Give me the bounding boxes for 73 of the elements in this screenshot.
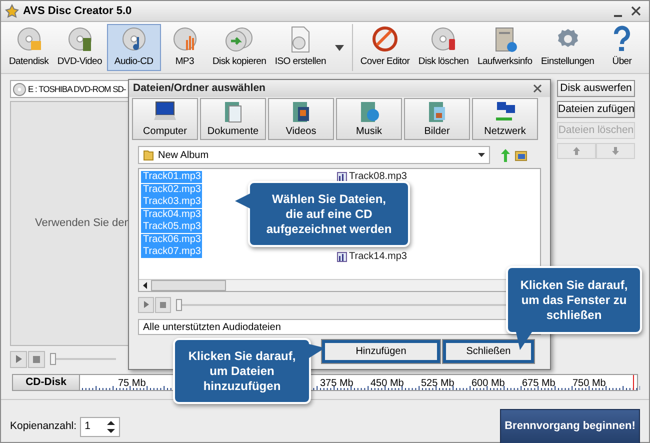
disc-icon [13,82,26,96]
play-icon [16,355,22,363]
disc-folder-icon [14,25,43,54]
dialog-button[interactable]: Hinzufügen [322,340,440,363]
disc-bars-icon [170,25,199,54]
stop-button[interactable] [28,350,45,368]
scale-label: 675 Mb [522,377,556,391]
copies-label: Kopienanzahl: [10,418,77,434]
play-icon [144,301,148,308]
toolbar-button[interactable]: Disk löschen [414,24,473,71]
left-arrow-icon [143,282,147,289]
scale-label: 75 Mb [118,377,146,391]
side-button[interactable]: Dateien zufügen [557,101,635,118]
place-button[interactable]: Computer [132,98,198,140]
up-arrow-icon [573,147,580,155]
stop-icon [33,356,40,362]
place-button[interactable]: Bilder [404,98,470,140]
audio-file-icon [337,172,347,182]
scale-label: 525 Mb [421,377,454,391]
dialog-title: Dateien/Ordner auswählen [133,80,266,96]
disc-eraser-icon [430,25,458,54]
toolbar-button[interactable]: MP3 [162,24,208,71]
toolbar-button[interactable]: Disk kopieren [208,24,270,71]
stop-button[interactable] [155,296,171,312]
tooltip-pointer [514,332,532,350]
place-button[interactable]: Netzwerk [472,98,538,140]
folder-grid-icon[interactable] [515,150,527,160]
toolbar-button[interactable]: Über [598,24,645,71]
tooltip-pointer [309,344,325,360]
toolbar-button[interactable]: Einstellungen [537,24,598,71]
disc-film-icon [66,25,94,54]
move-up-button[interactable] [557,143,596,159]
play-button[interactable] [138,296,154,312]
capacity-label: CD-Disk [13,375,80,390]
toolbar-button[interactable]: DVD-Video [53,24,106,71]
toolbar-button[interactable]: ISO erstellen [270,24,330,71]
folder-icon [143,149,154,161]
toolbar-button[interactable]: Cover Editor [356,24,414,71]
window-title: AVS Disc Creator 5.0 [23,4,132,19]
scale-label: 600 Mb [472,377,505,391]
scale-label: 750 Mb [572,377,606,391]
copies-spinner[interactable]: 1 [80,416,120,436]
filter-dropdown[interactable]: Alle unterstützten Audiodateien [138,319,541,335]
dropdown-caret-icon [478,153,485,157]
discs-arrow-icon [225,25,254,54]
down-arrow-icon [612,147,619,155]
toolbar-button[interactable]: Audio-CD [106,24,161,71]
dropdown-caret-icon[interactable] [334,44,344,50]
play-button[interactable] [10,350,27,368]
path-dropdown[interactable]: New Album [138,146,490,164]
place-button[interactable]: Videos [268,98,334,140]
close-icon[interactable] [631,6,641,16]
seek-slider[interactable] [50,353,116,365]
computer-icon [152,99,178,123]
file-item[interactable]: Track08.mp3 [348,171,408,183]
toolbar-button[interactable]: Laufwerksinfo [473,24,536,71]
burn-button[interactable]: Brennvorgang beginnen! [500,409,640,443]
stop-icon [160,302,166,308]
scale-label: 450 Mb [370,377,404,391]
audio-file-icon [337,252,347,262]
place-button[interactable]: Musik [336,98,402,140]
toolbar-button[interactable]: Datendisk [5,24,53,71]
up-arrow-icon[interactable] [501,148,510,162]
side-button[interactable]: Disk auswerfen [557,80,635,97]
disc-note-icon [120,25,148,54]
scale-label: 375 Mb [320,377,354,391]
tooltip-pointer [235,193,251,209]
dialog-button[interactable]: Schließen [443,340,534,363]
app-logo-icon [5,4,19,18]
file-item[interactable]: Track14.mp3 [348,251,408,263]
move-down-button[interactable] [596,143,635,159]
place-button[interactable]: Dokumente [200,98,266,140]
close-icon[interactable] [533,84,542,93]
